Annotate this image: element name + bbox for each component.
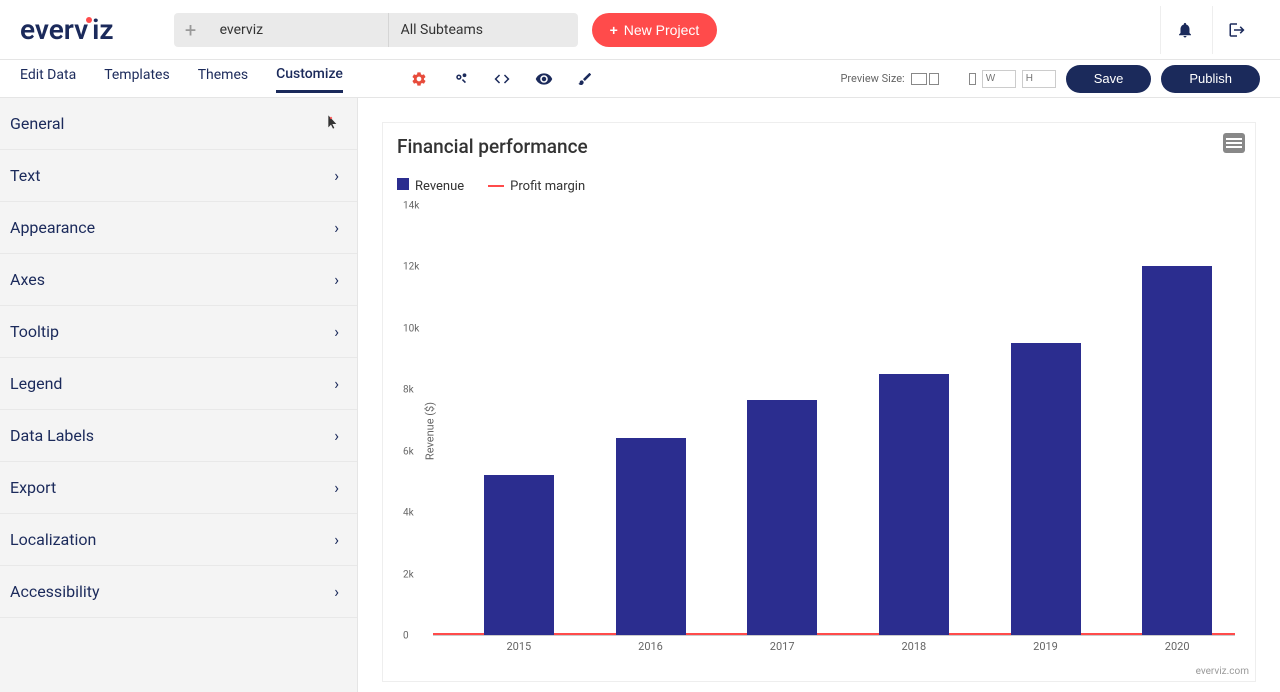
sidebar-item-label: Appearance [10,218,95,237]
chart-y-tick: 2k [403,569,414,580]
chevron-right-icon: › [334,166,339,185]
add-team-button[interactable]: + [174,13,208,47]
chevron-right-icon: › [334,218,339,237]
chart-y-tick: 12k [403,262,419,273]
new-project-button[interactable]: +New Project [592,13,718,47]
chevron-right-icon: › [334,582,339,601]
pointer-cursor-icon [323,113,339,135]
team-dropdown[interactable]: everviz [208,13,388,47]
device-tablet-icon[interactable] [929,73,939,85]
chart-bar[interactable] [1011,343,1081,635]
chart-bar[interactable] [879,374,949,635]
sidebar-item-label: Text [10,166,40,185]
tab-edit-data[interactable]: Edit Data [20,67,76,91]
chart-credit[interactable]: everviz.com [1196,666,1249,677]
chart-y-tick: 6k [403,446,414,457]
tool-code-icon[interactable] [493,70,511,88]
sidebar-item-text[interactable]: Text › [0,150,357,202]
sidebar-item-label: Export [10,478,56,497]
chevron-right-icon: › [334,374,339,393]
chart-legend: Revenue Profit margin [397,178,1241,194]
sidebar-item-label: Legend [10,374,62,393]
chevron-right-icon: › [334,426,339,445]
notifications-icon[interactable] [1160,6,1208,54]
sidebar-item-export[interactable]: Export › [0,462,357,514]
chevron-right-icon: › [334,478,339,497]
tool-preview-icon[interactable] [535,70,553,88]
sidebar-item-label: Localization [10,530,96,549]
sidebar-item-general[interactable]: General [0,98,357,150]
chart-preview: Financial performance Revenue Profit mar… [382,122,1256,682]
chart-menu-icon[interactable] [1223,133,1245,153]
preview-width-input[interactable] [982,70,1016,88]
legend-item-revenue[interactable]: Revenue [397,178,464,194]
device-mobile-icon[interactable] [969,73,976,85]
tool-settings-icon[interactable] [411,70,427,88]
preview-height-input[interactable] [1022,70,1056,88]
chart-x-tick: 2019 [1033,640,1058,653]
tab-customize[interactable]: Customize [276,66,343,93]
chart-bar[interactable] [747,400,817,635]
logo[interactable]: everviz [20,13,114,46]
sidebar-item-legend[interactable]: Legend › [0,358,357,410]
chart-x-tick: 2016 [638,640,663,653]
subteam-dropdown[interactable]: All Subteams [388,13,578,47]
sidebar-item-label: General [10,114,64,133]
tab-themes[interactable]: Themes [198,67,248,91]
sidebar-item-axes[interactable]: Axes › [0,254,357,306]
device-desktop-icon[interactable] [911,73,927,85]
chart-y-tick: 4k [403,508,414,519]
chart-title: Financial performance [397,135,1241,158]
tool-brush-icon[interactable] [577,70,593,88]
chart-x-tick: 2018 [901,640,926,653]
sidebar-item-label: Axes [10,270,45,289]
chevron-right-icon: › [334,530,339,549]
chart-y-tick: 8k [403,385,414,396]
sidebar-item-label: Tooltip [10,322,59,341]
chevron-right-icon: › [334,270,339,289]
sidebar-item-label: Accessibility [10,582,100,601]
chart-y-tick: 10k [403,323,419,334]
chart-bar[interactable] [484,475,554,635]
chart-x-tick: 2017 [770,640,795,653]
sidebar-item-appearance[interactable]: Appearance › [0,202,357,254]
sidebar-item-data-labels[interactable]: Data Labels › [0,410,357,462]
tab-templates[interactable]: Templates [104,67,170,91]
sidebar-item-tooltip[interactable]: Tooltip › [0,306,357,358]
chart-x-tick: 2020 [1165,640,1190,653]
chart-y-tick: 0 [403,631,409,642]
legend-item-profit[interactable]: Profit margin [488,179,585,194]
preview-size-label: Preview Size: [840,72,904,85]
sidebar-item-label: Data Labels [10,426,94,445]
chevron-right-icon: › [334,322,339,341]
publish-button[interactable]: Publish [1161,65,1260,93]
save-button[interactable]: Save [1066,65,1152,93]
logout-icon[interactable] [1212,6,1260,54]
sidebar-item-localization[interactable]: Localization › [0,514,357,566]
chart-bar[interactable] [1142,266,1212,635]
chart-bar[interactable] [616,438,686,635]
chart-y-tick: 14k [403,201,419,212]
sidebar-item-accessibility[interactable]: Accessibility › [0,566,357,618]
tool-advanced-icon[interactable] [451,70,469,88]
chart-x-tick: 2015 [506,640,531,653]
